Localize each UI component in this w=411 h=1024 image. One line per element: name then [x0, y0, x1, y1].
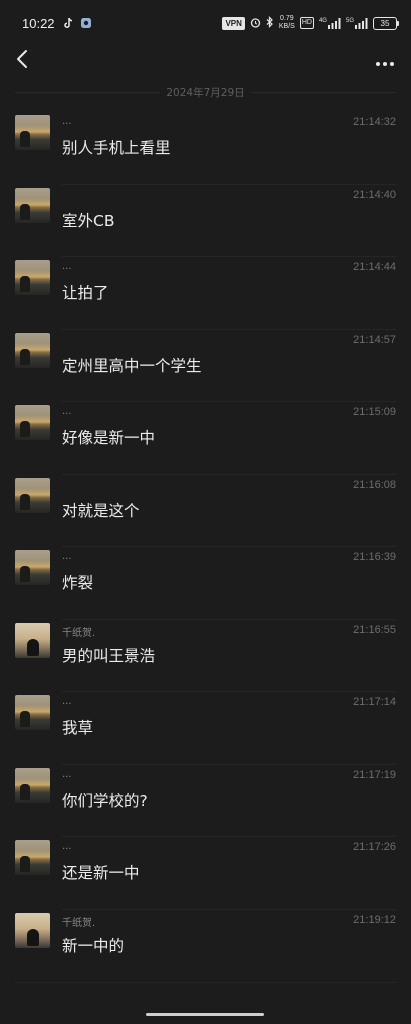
network-speed-unit: KB/S [278, 23, 295, 30]
avatar[interactable] [15, 260, 50, 295]
message-item[interactable]: ... 21:14:32 别人手机上看里 [0, 112, 411, 185]
message-text[interactable]: 定州里高中一个学生 [62, 354, 202, 376]
sender-name: ... [62, 116, 72, 127]
avatar[interactable] [15, 550, 50, 585]
more-button[interactable] [373, 48, 397, 74]
message-time: 21:14:32 [353, 116, 396, 128]
signal-label-4g: 4G [318, 17, 327, 24]
avatar[interactable] [15, 187, 50, 223]
message-text[interactable]: 室外CB [62, 209, 114, 231]
signal-icon: 5G [345, 17, 368, 29]
avatar[interactable] [15, 622, 50, 658]
chevron-left-icon [16, 49, 28, 73]
message-item[interactable]: 21:16:08 对就是这个 [0, 475, 411, 547]
message-item[interactable]: ... 21:17:14 我草 [0, 692, 411, 765]
message-item[interactable]: ... 21:17:26 还是新一中 [0, 837, 411, 910]
sender-name: ... [62, 261, 72, 272]
sender-name: ... [62, 696, 72, 707]
vpn-badge: VPN [222, 16, 245, 30]
sender-name: ... [62, 406, 72, 417]
divider-line [250, 91, 397, 93]
network-speed-value: 0.79 [280, 15, 294, 22]
signal-label-5g: 5G [345, 17, 354, 24]
avatar[interactable] [15, 405, 50, 440]
message-item[interactable]: 千纸贺. 21:16:55 男的叫王景浩 [0, 620, 411, 692]
message-time: 21:15:09 [353, 406, 396, 418]
signal-icon: 4G [318, 17, 341, 29]
message-text[interactable]: 男的叫王景浩 [62, 644, 155, 666]
alarm-icon [250, 17, 261, 30]
avatar[interactable] [15, 767, 50, 803]
message-time: 21:14:44 [353, 261, 396, 273]
message-item[interactable]: ... 21:14:44 让拍了 [0, 257, 411, 330]
message-list[interactable]: ... 21:14:32 别人手机上看里 21:14:40 室外CB ... 2… [0, 112, 411, 982]
message-item[interactable]: 千纸贺. 21:19:12 新一中的 [0, 910, 411, 983]
divider [15, 982, 396, 983]
date-divider: 2024年7月29日 [15, 84, 397, 100]
message-time: 21:19:12 [353, 913, 396, 926]
message-item[interactable]: 21:14:57 定州里高中一个学生 [0, 330, 411, 402]
date-divider-text: 2024年7月29日 [166, 86, 245, 99]
status-bar: 10:22 VPN 0.79 KB/S HD 4G 5G 35 [0, 0, 411, 46]
avatar[interactable] [15, 115, 50, 150]
sender-name: 千纸贺. [62, 917, 96, 929]
message-text[interactable]: 让拍了 [62, 281, 109, 303]
message-text[interactable]: 别人手机上看里 [62, 136, 171, 158]
divider-line [15, 91, 161, 93]
message-item[interactable]: ... 21:15:09 好像是新一中 [0, 402, 411, 475]
sender-name: ... [62, 551, 72, 562]
message-time: 21:17:19 [353, 768, 396, 781]
tiktok-icon [63, 14, 74, 33]
message-text[interactable]: 对就是这个 [62, 499, 140, 521]
bluetooth-icon [266, 16, 274, 30]
message-time: 21:16:39 [353, 551, 396, 563]
avatar[interactable] [15, 695, 50, 730]
sender-name: ... [62, 841, 72, 852]
app-icon [80, 14, 92, 33]
status-time: 10:22 [22, 15, 55, 31]
message-text[interactable]: 新一中的 [62, 934, 124, 956]
message-item[interactable]: 21:14:40 室外CB [0, 185, 411, 257]
avatar[interactable] [15, 912, 50, 948]
message-text[interactable]: 好像是新一中 [62, 426, 155, 448]
sender-name: ... [62, 768, 72, 780]
network-speed: 0.79 KB/S [279, 15, 295, 31]
back-button[interactable] [10, 48, 34, 74]
nav-bar [0, 46, 411, 78]
message-text[interactable]: 炸裂 [62, 571, 93, 593]
battery-indicator: 35 [373, 16, 399, 30]
message-item[interactable]: ... 21:17:19 你们学校的? [0, 765, 411, 837]
message-item[interactable]: ... 21:16:39 炸裂 [0, 547, 411, 620]
hd-badge: HD [299, 17, 314, 29]
sender-name: 千纸贺. [62, 627, 96, 639]
message-time: 21:16:55 [353, 623, 396, 636]
message-text[interactable]: 我草 [62, 716, 93, 738]
message-text[interactable]: 还是新一中 [62, 861, 140, 883]
avatar[interactable] [15, 477, 50, 513]
message-time: 21:17:26 [353, 841, 396, 853]
message-time: 21:17:14 [353, 696, 396, 708]
more-dots-icon [375, 52, 395, 71]
message-time: 21:16:08 [353, 478, 396, 491]
avatar[interactable] [15, 840, 50, 875]
message-text[interactable]: 你们学校的? [62, 789, 148, 811]
home-indicator[interactable] [146, 1013, 264, 1016]
message-time: 21:14:57 [353, 333, 396, 346]
avatar[interactable] [15, 332, 50, 368]
message-time: 21:14:40 [353, 188, 396, 201]
